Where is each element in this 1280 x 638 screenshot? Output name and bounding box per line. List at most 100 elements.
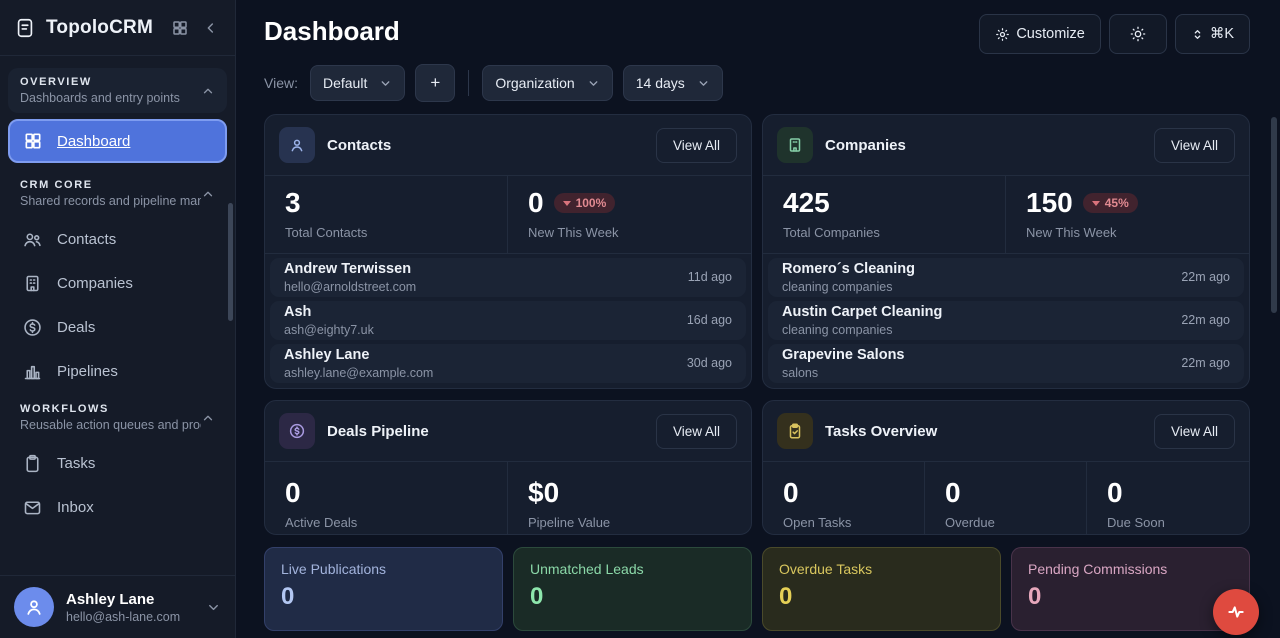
stat-active-deals: 0 Active Deals [265, 462, 508, 535]
sidebar-scrollbar[interactable] [228, 203, 233, 321]
deals-pipeline-card: Deals Pipeline View All 0 Active Deals $… [264, 400, 752, 535]
app-title: TopoloCRM [46, 17, 159, 39]
view-select[interactable]: Default [310, 65, 405, 101]
companies-card: Companies View All 425 Total Companies 1… [762, 114, 1250, 389]
companies-icon [777, 127, 813, 163]
user-name: Ashley Lane [66, 591, 194, 608]
company-row[interactable]: Austin Carpet Cleaning cleaning companie… [768, 301, 1244, 340]
contact-name: Ash [284, 304, 677, 320]
customize-button[interactable]: Customize [979, 14, 1101, 54]
card-title: Contacts [327, 137, 644, 154]
user-menu[interactable]: Ashley Lane hello@ash-lane.com [0, 575, 235, 638]
collapse-sidebar-icon[interactable] [201, 18, 221, 38]
trend-down-icon [563, 201, 571, 206]
stat-value: 0 [945, 478, 961, 509]
mini-card-label: Overdue Tasks [779, 561, 984, 577]
stat-total-companies: 425 Total Companies [763, 176, 1006, 253]
stat-label: Total Companies [783, 225, 985, 240]
avatar [14, 587, 54, 627]
tasks-view-all-button[interactable]: View All [1154, 414, 1235, 449]
stat-value: 150 [1026, 188, 1073, 219]
section-subtitle: Dashboards and entry points [20, 91, 201, 105]
stat-label: Open Tasks [783, 515, 904, 530]
deals-icon [279, 413, 315, 449]
toolbar-divider [468, 70, 469, 96]
stat-value: 0 [1107, 478, 1123, 509]
activity-fab-button[interactable] [1213, 589, 1259, 635]
chevron-down-icon [697, 77, 710, 90]
sidebar: TopoloCRM OVERVIEW Dashboards and entry … [0, 0, 236, 638]
section-crm-core[interactable]: CRM CORE Shared records and pipeline man… [8, 171, 227, 216]
unmatched-leads-card[interactable]: Unmatched Leads 0 [513, 547, 752, 631]
contact-name: Andrew Terwissen [284, 261, 678, 277]
sidebar-item-pipelines[interactable]: Pipelines [8, 350, 227, 393]
section-subtitle: Reusable action queues and proc... [20, 418, 201, 432]
contacts-view-all-button[interactable]: View All [656, 128, 737, 163]
chevron-up-icon[interactable] [201, 411, 215, 425]
sidebar-item-tasks[interactable]: Tasks [8, 442, 227, 485]
sidebar-item-inbox[interactable]: Inbox [8, 486, 227, 529]
sidebar-item-contacts[interactable]: Contacts [8, 218, 227, 261]
contact-age: 30d ago [687, 356, 732, 370]
theme-toggle-button[interactable] [1109, 14, 1167, 54]
chevron-down-icon[interactable] [206, 600, 221, 615]
contact-row[interactable]: Ashley Lane ashley.lane@example.com 30d … [270, 344, 746, 383]
sidebar-item-companies[interactable]: Companies [8, 262, 227, 305]
mini-card-value: 0 [779, 583, 984, 611]
sidebar-item-label: Deals [57, 319, 95, 336]
section-overview[interactable]: OVERVIEW Dashboards and entry points [8, 68, 227, 113]
stat-new-this-week: 0 100% New This Week [508, 176, 751, 253]
contact-row[interactable]: Ash ash@eighty7.uk 16d ago [270, 301, 746, 340]
section-workflows[interactable]: WORKFLOWS Reusable action queues and pro… [8, 395, 227, 440]
company-age: 22m ago [1181, 356, 1230, 370]
pipelines-icon [22, 361, 43, 382]
stat-value: 0 [285, 478, 301, 509]
sidebar-item-dashboard[interactable]: Dashboard [8, 119, 227, 163]
dashboard-toolbar: View: Default + Organization 14 days [264, 64, 1250, 102]
live-publications-card[interactable]: Live Publications 0 [264, 547, 503, 631]
chevron-up-icon[interactable] [201, 84, 215, 98]
contacts-card: Contacts View All 3 Total Contacts 0 100… [264, 114, 752, 389]
view-label: View: [264, 75, 298, 91]
companies-icon [22, 273, 43, 294]
mini-card-value: 0 [281, 583, 486, 611]
stat-label: New This Week [1026, 225, 1229, 240]
chevron-up-icon[interactable] [201, 187, 215, 201]
stat-new-this-week: 150 45% New This Week [1006, 176, 1249, 253]
deals-view-all-button[interactable]: View All [656, 414, 737, 449]
main-scrollbar[interactable] [1271, 117, 1277, 313]
stat-label: Active Deals [285, 515, 487, 530]
company-row[interactable]: Grapevine Salons salons 22m ago [768, 344, 1244, 383]
company-category: cleaning companies [782, 323, 1171, 337]
contact-email: ashley.lane@example.com [284, 366, 677, 380]
command-palette-button[interactable]: ⌘K [1175, 14, 1250, 54]
overdue-tasks-card[interactable]: Overdue Tasks 0 [762, 547, 1001, 631]
contact-row[interactable]: Andrew Terwissen hello@arnoldstreet.com … [270, 258, 746, 297]
contacts-icon [279, 127, 315, 163]
main-content: Dashboard Customize ⌘K [236, 0, 1280, 638]
company-name: Austin Carpet Cleaning [782, 304, 1171, 320]
company-category: cleaning companies [782, 280, 1171, 294]
apps-grid-icon[interactable] [169, 17, 191, 39]
stat-label: Overdue [945, 515, 1066, 530]
add-view-button[interactable]: + [415, 64, 455, 102]
sidebar-item-deals[interactable]: Deals [8, 306, 227, 349]
sidebar-item-label: Contacts [57, 231, 116, 248]
chevron-down-icon [379, 77, 392, 90]
date-range-select[interactable]: 14 days [623, 65, 723, 101]
card-title: Companies [825, 137, 1142, 154]
contacts-icon [22, 229, 43, 250]
section-title: WORKFLOWS [20, 403, 201, 415]
date-range-value: 14 days [636, 75, 685, 91]
company-row[interactable]: Romero´s Cleaning cleaning companies 22m… [768, 258, 1244, 297]
stat-open-tasks: 0 Open Tasks [763, 462, 925, 535]
stat-label: Pipeline Value [528, 515, 731, 530]
scope-select[interactable]: Organization [482, 65, 612, 101]
stat-label: New This Week [528, 225, 731, 240]
contact-age: 16d ago [687, 313, 732, 327]
sidebar-header: TopoloCRM [0, 0, 235, 56]
companies-view-all-button[interactable]: View All [1154, 128, 1235, 163]
sidebar-item-label: Pipelines [57, 363, 118, 380]
contact-email: hello@arnoldstreet.com [284, 280, 678, 294]
stat-value: 0 [783, 478, 799, 509]
